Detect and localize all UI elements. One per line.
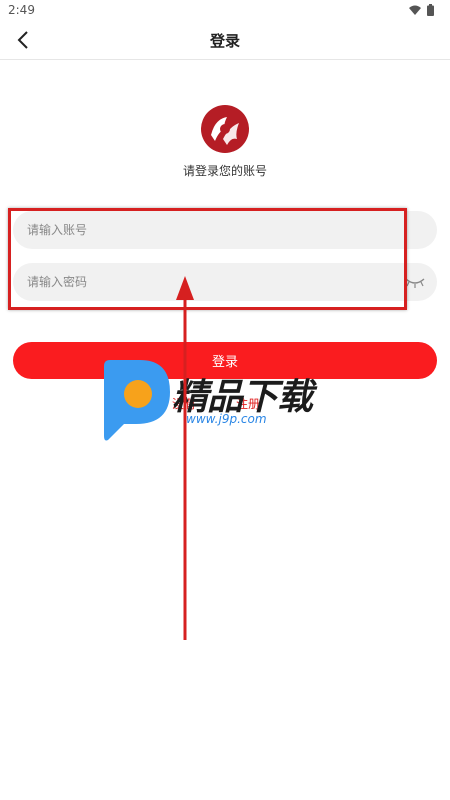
status-icons: [409, 4, 434, 16]
watermark-url: www.j9p.com: [186, 412, 267, 426]
wifi-icon: [409, 5, 421, 15]
page-title: 登录: [209, 32, 240, 50]
status-bar: 2:49: [0, 0, 450, 22]
input-highlight-box: [8, 208, 407, 310]
nav-bar: 登录: [0, 22, 450, 60]
status-time: 2:49: [8, 3, 35, 17]
app-logo: [201, 105, 249, 153]
battery-icon: [427, 4, 434, 16]
watermark-logo: [104, 360, 170, 441]
eye-closed-icon[interactable]: [404, 275, 426, 289]
login-prompt: 请登录您的账号: [182, 164, 267, 178]
